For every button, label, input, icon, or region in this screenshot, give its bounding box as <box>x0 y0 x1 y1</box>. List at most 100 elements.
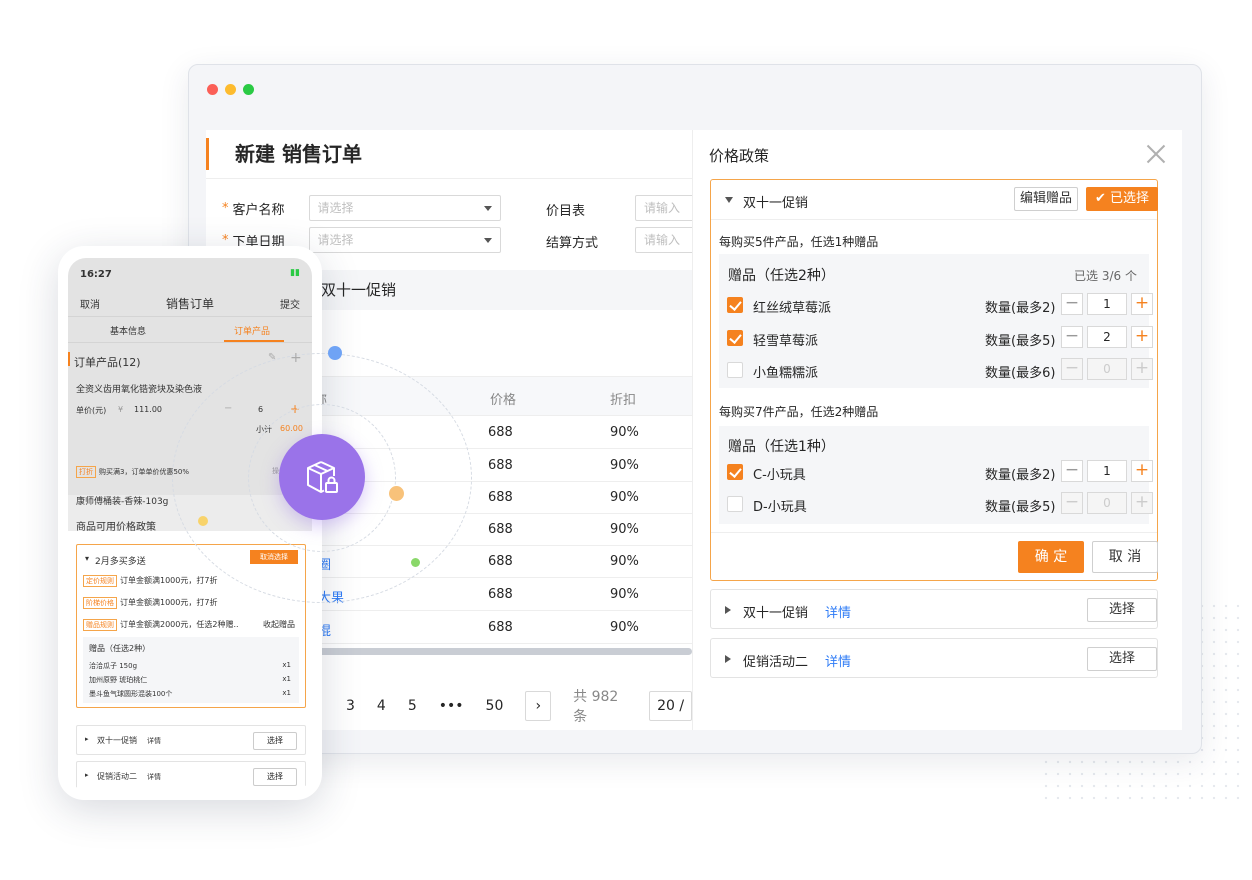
select-button[interactable]: 选择 <box>253 768 297 786</box>
select-button[interactable]: 选择 <box>1087 647 1157 671</box>
gift-row: D-小玩具 数量(最多5) − 0 + <box>727 492 1153 516</box>
gift-row: 红丝绒草莓派 数量(最多2) − 1 + <box>727 293 1153 317</box>
orbit-dot-orange <box>389 486 404 501</box>
battery-icon: ▮▮ <box>290 268 300 278</box>
phone-gift-box: 赠品（任选2种） 洽洽瓜子 150g x1 加州原野 琥珀桃仁 x1 墨斗鱼气球… <box>83 637 299 703</box>
date-select[interactable]: 请选择 <box>308 227 501 253</box>
increment-button[interactable]: + <box>1131 293 1153 315</box>
detail-link[interactable]: 详情 <box>825 602 851 621</box>
customer-select[interactable]: 请选择 <box>308 195 501 221</box>
gift-group-1: 赠品（任选2种） 已选 3/6 个 红丝绒草莓派 数量(最多2) − 1 + 轻… <box>719 254 1153 388</box>
quantity-input[interactable]: 1 <box>1087 293 1127 315</box>
cancel-button[interactable]: 取 消 <box>1092 541 1158 573</box>
decrement-button[interactable]: − <box>1061 492 1083 514</box>
total-count: 共 982 条 <box>573 689 619 725</box>
gift-checkbox[interactable] <box>727 362 743 378</box>
quantity-input[interactable]: 0 <box>1087 492 1127 514</box>
policy-title: 商品可用价格政策 <box>76 522 156 533</box>
increment-button[interactable]: + <box>1131 460 1153 482</box>
policy-card-active: 双十一促销 编辑赠品 ✔ 已选择 每购买5件产品，任选1种赠品 赠品（任选2种）… <box>710 179 1158 581</box>
page-50[interactable]: 50 <box>486 698 504 714</box>
maximize-window-dot[interactable] <box>243 83 254 95</box>
tab-products[interactable]: 订单产品 <box>234 324 270 337</box>
phone-cancel[interactable]: 取消 <box>80 296 100 311</box>
increment-button[interactable]: + <box>1131 358 1153 380</box>
policy-card-collapsed[interactable]: 促销活动二 详情 选择 <box>710 638 1158 678</box>
page-5[interactable]: 5 <box>408 698 417 714</box>
price-value[interactable]: 111.00 <box>134 405 162 414</box>
quantity-input[interactable]: 0 <box>1087 358 1127 380</box>
customer-row: * 客户名称 请选择 <box>222 195 501 221</box>
tab-basic[interactable]: 基本信息 <box>110 324 146 337</box>
gift-checkbox[interactable] <box>727 496 743 512</box>
page-3[interactable]: 3 <box>346 698 355 714</box>
page-title: 新建 销售订单 <box>206 138 362 170</box>
check-icon: ✔ <box>1094 191 1110 206</box>
increment-button[interactable]: + <box>1131 326 1153 348</box>
next-page-button[interactable]: › <box>525 691 552 721</box>
selected-count: 已选 3/6 个 <box>1074 269 1137 283</box>
product-name: 全资义齿用氧化锆瓷块及染色液 <box>76 385 203 395</box>
orbit-dot-blue <box>328 346 342 360</box>
phone-policy-collapsed[interactable]: ▸ 促销活动二 详情 选择 <box>76 761 306 790</box>
gift-checkbox[interactable] <box>727 330 743 346</box>
gift-row: C-小玩具 数量(最多2) − 1 + <box>727 460 1153 484</box>
decrement-button[interactable]: − <box>1061 293 1083 315</box>
confirm-button[interactable]: 确 定 <box>1018 541 1084 573</box>
caret-right-icon: ▸ <box>85 771 89 779</box>
section-title: 订单产品(12) <box>74 356 141 369</box>
pricelist-label: 价目表 <box>546 204 586 219</box>
selected-button[interactable]: ✔ 已选择 <box>1086 187 1158 211</box>
decrement-button[interactable]: − <box>1061 358 1083 380</box>
decrement-button[interactable]: − <box>1061 326 1083 348</box>
minimize-window-dot[interactable] <box>225 83 236 95</box>
caret-down-icon: ▾ <box>85 554 90 563</box>
horizontal-scrollbar[interactable] <box>306 648 692 655</box>
select-button[interactable]: 选择 <box>253 732 297 750</box>
edit-gift-button[interactable]: 编辑赠品 <box>1014 187 1078 211</box>
decrement-button[interactable]: − <box>1061 460 1083 482</box>
pricelist-input[interactable]: 请输入 <box>635 195 695 221</box>
chevron-down-icon <box>483 238 492 243</box>
settle-input[interactable]: 请输入 <box>635 227 695 253</box>
settle-label: 结算方式 <box>546 236 599 251</box>
customer-label: 客户名称 <box>232 202 285 218</box>
close-window-dot[interactable] <box>207 83 218 95</box>
policy-card-header[interactable]: 双十一促销 编辑赠品 ✔ 已选择 <box>711 180 1158 220</box>
quantity-input[interactable]: 2 <box>1087 326 1127 348</box>
gift-row: 轻雪草莓派 数量(最多5) − 2 + <box>727 326 1153 350</box>
col-price: 价格 <box>490 393 517 408</box>
policy-name: 双十一促销 <box>743 196 809 211</box>
page-4[interactable]: 4 <box>377 698 386 714</box>
close-icon[interactable] <box>1146 144 1166 164</box>
policy-card-collapsed[interactable]: 双十一促销 详情 选择 <box>710 589 1158 629</box>
quantity-input[interactable]: 1 <box>1087 460 1127 482</box>
price-policy-panel: 价格政策 双十一促销 编辑赠品 ✔ 已选择 每购买5件产品，任选1种赠品 赠品（… <box>692 130 1182 730</box>
col-discount: 折扣 <box>610 393 637 408</box>
collapse-gift-link[interactable]: 收起赠品 <box>263 619 295 630</box>
phone-policy-collapsed[interactable]: ▸ 双十一促销 详情 选择 <box>76 725 306 755</box>
product-name: 康师傅桶装-香辣-103g <box>76 497 169 507</box>
select-button[interactable]: 选择 <box>1087 598 1157 622</box>
chevron-down-icon <box>483 206 492 211</box>
policy-card-footer: 确 定 取 消 <box>711 532 1158 573</box>
orbit-dot-green <box>411 558 420 567</box>
panel-title: 价格政策 <box>709 147 770 165</box>
detail-link[interactable]: 详情 <box>825 651 851 670</box>
gift-checkbox[interactable] <box>727 464 743 480</box>
browser-titlebar <box>189 65 1201 113</box>
rule-text-1: 每购买5件产品，任选1种赠品 <box>719 235 879 249</box>
package-lock-icon <box>307 461 338 493</box>
caret-right-icon <box>725 655 731 663</box>
caret-down-icon <box>725 197 733 203</box>
page-ellipsis[interactable]: ••• <box>439 698 464 714</box>
gift-group-2: 赠品（任选1种） C-小玩具 数量(最多2) − 1 + D-小玩具 数量(最多… <box>719 426 1153 524</box>
gift-checkbox[interactable] <box>727 297 743 313</box>
increment-button[interactable]: + <box>1131 492 1153 514</box>
orbit-dot-yellow <box>198 516 208 526</box>
page-size-select[interactable]: 20 / <box>649 691 692 721</box>
caret-right-icon: ▸ <box>85 735 89 743</box>
required-mark: * <box>222 200 229 216</box>
phone-submit[interactable]: 提交 <box>280 296 300 311</box>
caret-right-icon <box>725 606 731 614</box>
